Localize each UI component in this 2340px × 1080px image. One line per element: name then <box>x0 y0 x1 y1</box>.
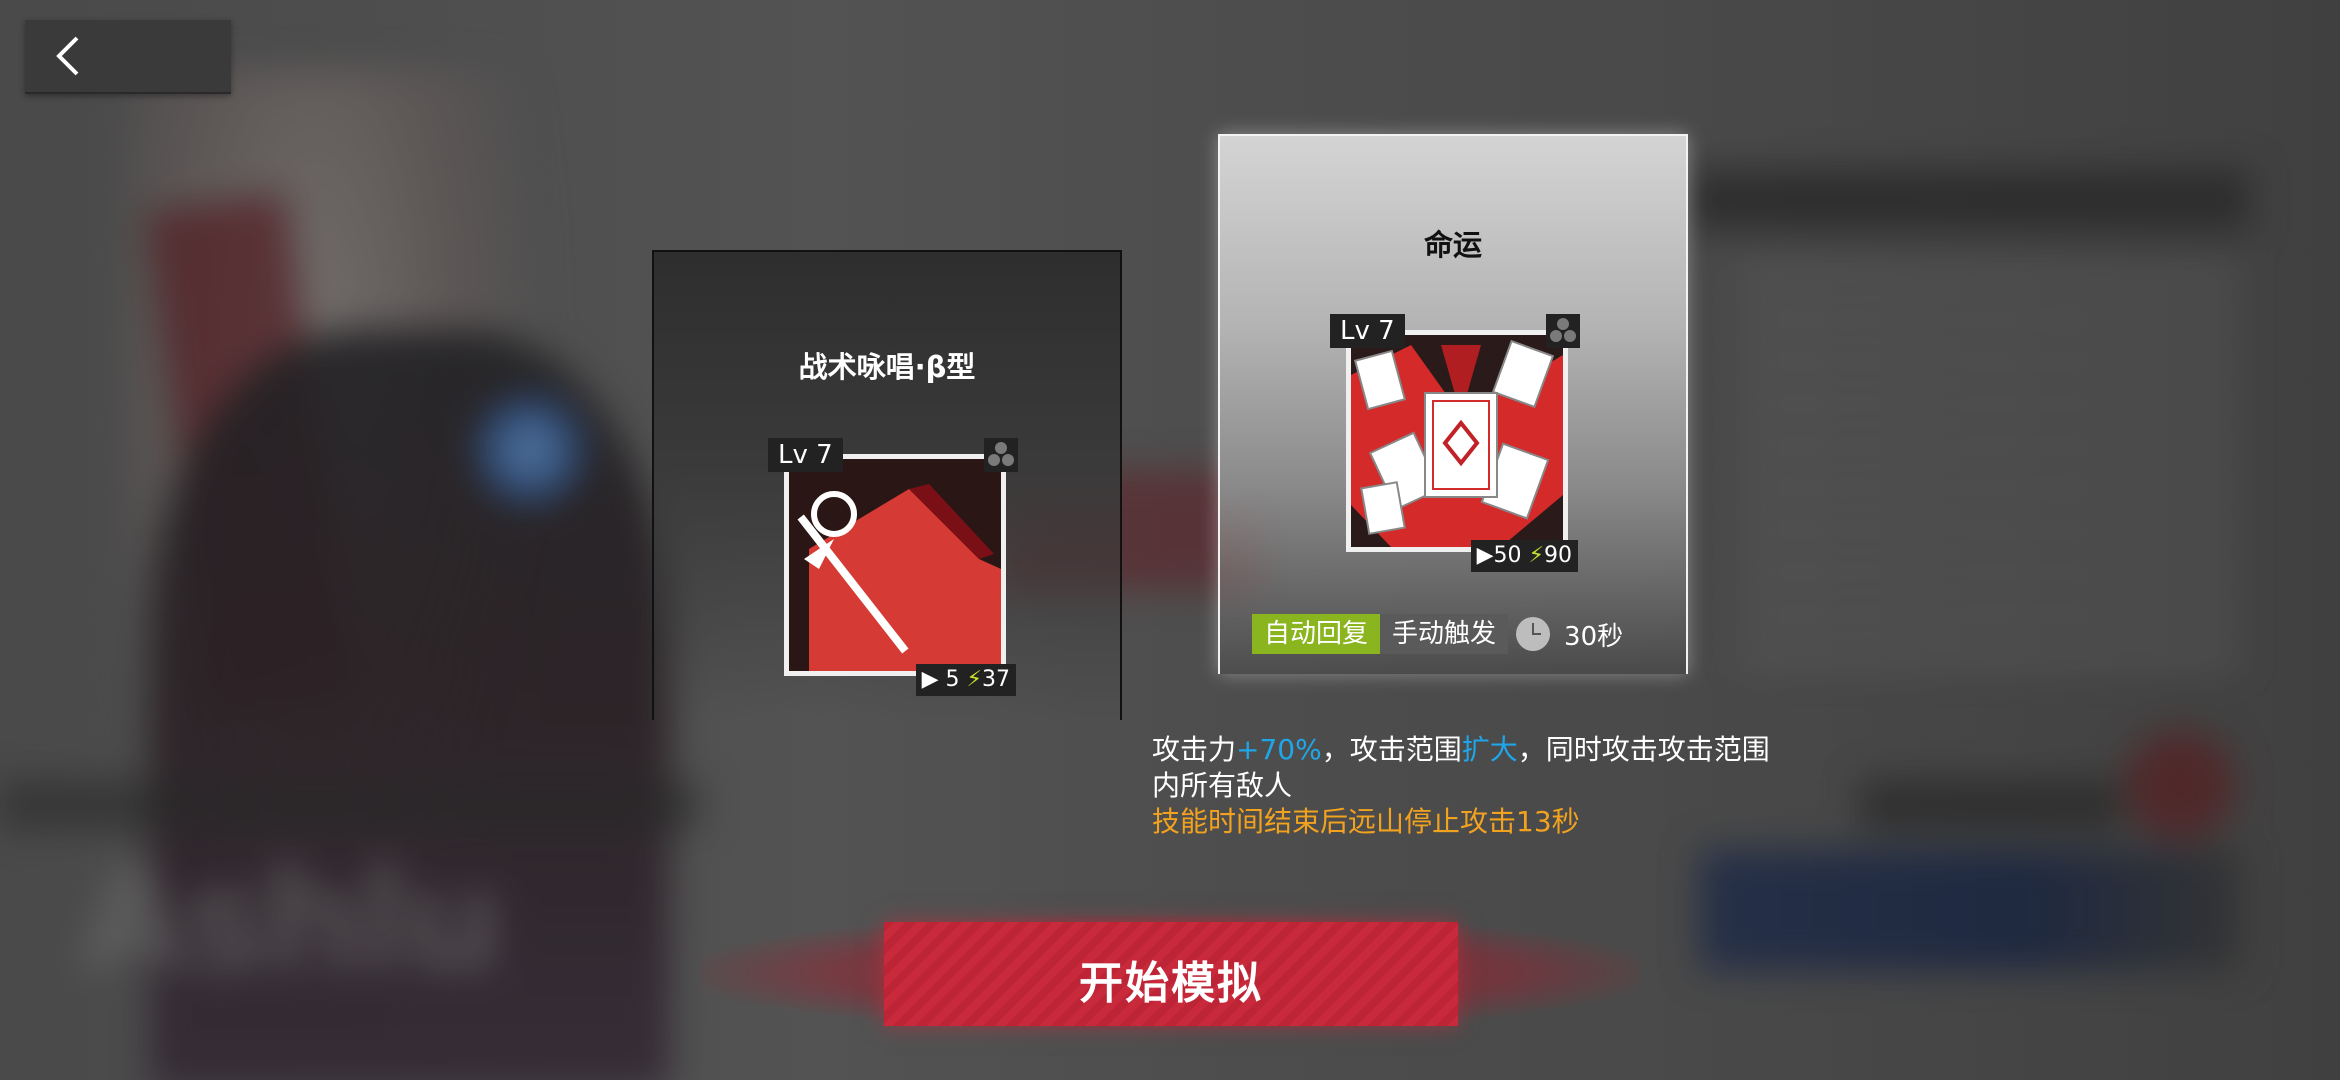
staff-icon <box>784 454 1006 676</box>
elite-rank-icon <box>1546 314 1580 348</box>
skill-name: 战术咏唱·β型 <box>798 350 976 384</box>
skill-name: 命运 <box>1423 228 1482 262</box>
skill-level-badge: Lv 7 <box>1330 314 1405 348</box>
cards-icon <box>1346 330 1568 552</box>
skill-icon-container: Lv 7 ▶ 5 ⚡37 <box>768 438 1018 696</box>
sp-info: ▶ 5 ⚡37 <box>915 664 1016 696</box>
clock-icon <box>1516 617 1551 651</box>
sp-cost: 37 <box>982 667 1010 692</box>
chevron-left-icon <box>56 36 79 76</box>
initial-sp: 50 <box>1493 543 1522 568</box>
play-icon: ▶ <box>921 667 939 692</box>
start-simulation-label: 开始模拟 <box>1079 958 1263 1009</box>
skill-level-badge: Lv 7 <box>768 438 843 472</box>
skill-warning-text: 技能时间结束后远山停止攻击13秒 <box>1152 805 1580 838</box>
range-highlight: 扩大 <box>1461 733 1518 766</box>
skill-icon-container: Lv 7 ▶50 ⚡90 <box>1330 314 1580 572</box>
skill-card-1[interactable]: 战术咏唱·β型 Lv 7 ▶ 5 ⚡37 <box>652 250 1122 720</box>
sp-cost: 90 <box>1544 543 1572 568</box>
start-simulation-button[interactable]: 开始模拟 <box>884 922 1458 1026</box>
play-icon: ▶ <box>1476 543 1494 568</box>
initial-sp: 5 <box>945 667 960 692</box>
skill-description: 攻击力+70%，攻击范围扩大，同时攻击攻击范围内所有敌人 技能时间结束后远山停止… <box>1152 732 1772 840</box>
atk-bonus-highlight: +70% <box>1236 733 1322 766</box>
lightning-bolt-icon: ⚡ <box>1528 543 1544 568</box>
elite-rank-icon <box>984 438 1018 472</box>
skill-duration: 30秒 <box>1564 621 1624 652</box>
skill-tags: 自动回复 手动触发 30秒 <box>1252 614 1623 654</box>
trigger-type-tag: 手动触发 <box>1380 614 1509 654</box>
sp-info: ▶50 ⚡90 <box>1470 540 1578 572</box>
skill-card-2[interactable]: 命运 Lv 7 ▶50 ⚡90 <box>1218 134 1688 674</box>
back-button[interactable] <box>25 20 231 94</box>
skill-effect-text: 攻击力+70%，攻击范围扩大，同时攻击攻击范围内所有敌人 <box>1152 733 1770 802</box>
recovery-type-tag: 自动回复 <box>1252 614 1381 654</box>
lightning-bolt-icon: ⚡ <box>966 667 982 692</box>
